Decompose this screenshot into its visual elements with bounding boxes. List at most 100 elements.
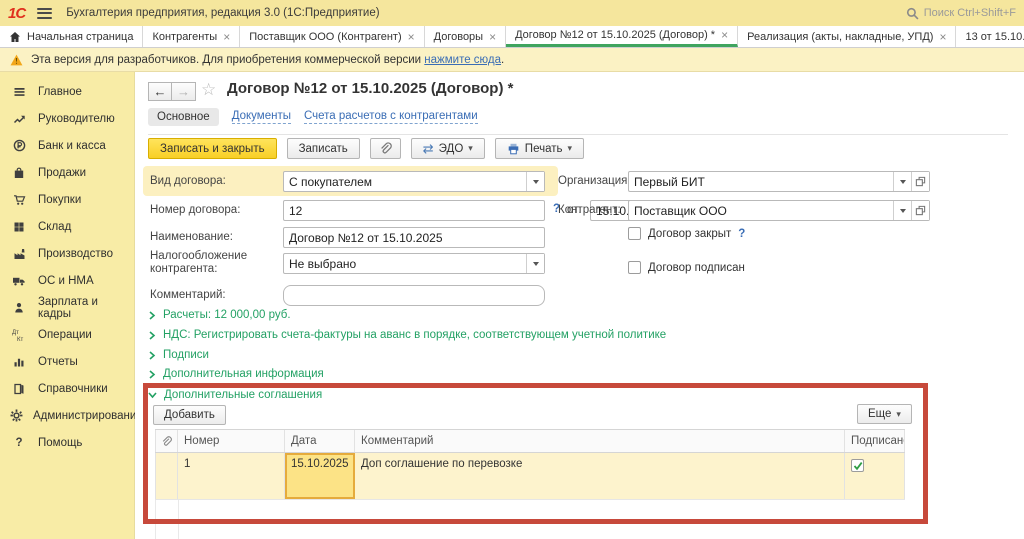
row-attachment-cell[interactable] bbox=[155, 453, 178, 499]
tab-contract-12-active[interactable]: Договор №12 от 15.10.2025 (Договор) * × bbox=[506, 26, 738, 47]
bar-chart-icon bbox=[10, 356, 28, 368]
chevron-down-icon: ▾ bbox=[468, 143, 473, 154]
table-empty-area bbox=[155, 500, 905, 539]
taxation-input[interactable] bbox=[284, 254, 526, 273]
column-header-number[interactable]: Номер bbox=[178, 430, 285, 452]
contract-closed-checkbox[interactable] bbox=[628, 227, 641, 240]
row-signed-cell[interactable] bbox=[845, 453, 905, 499]
row-number-cell[interactable]: 1 bbox=[178, 453, 285, 499]
tab-documents[interactable]: Документы bbox=[232, 110, 291, 124]
column-header-date[interactable]: Дата bbox=[285, 430, 355, 452]
sidebar-item-directories[interactable]: Справочники bbox=[0, 375, 134, 402]
1c-logo: 1С bbox=[8, 5, 25, 22]
edo-button[interactable]: ⇄ ЭДО ▾ bbox=[411, 138, 485, 159]
open-link-icon[interactable] bbox=[911, 201, 929, 220]
counterparty-combobox[interactable] bbox=[628, 200, 930, 221]
row-comment-cell[interactable]: Доп соглашение по перевозке bbox=[355, 453, 845, 499]
attachments-button[interactable] bbox=[370, 138, 401, 159]
signed-checkbox-checked[interactable] bbox=[851, 459, 864, 472]
purchase-link[interactable]: нажмите сюда bbox=[424, 54, 501, 66]
chevron-right-icon bbox=[148, 311, 156, 320]
bag-icon bbox=[10, 167, 28, 179]
dropdown-arrow[interactable] bbox=[526, 254, 544, 273]
sidebar-item-help[interactable]: ? Помощь bbox=[0, 429, 134, 456]
sidebar-item-warehouse[interactable]: Склад bbox=[0, 213, 134, 240]
main-menu-icon[interactable] bbox=[37, 8, 52, 19]
organization-input[interactable] bbox=[629, 172, 893, 191]
section-vat[interactable]: НДС: Регистрировать счета-фактуры на ава… bbox=[148, 329, 666, 341]
chevron-down-icon bbox=[148, 391, 157, 399]
search-icon bbox=[906, 7, 919, 20]
home-icon bbox=[9, 31, 21, 43]
sidebar-item-bank-cash[interactable]: Банк и касса bbox=[0, 132, 134, 159]
sidebar-item-payroll-hr[interactable]: Зарплата и кадры bbox=[0, 294, 134, 321]
open-link-icon[interactable] bbox=[911, 172, 929, 191]
organization-combobox[interactable] bbox=[628, 171, 930, 192]
close-icon[interactable]: × bbox=[489, 31, 496, 43]
column-header-signed[interactable]: Подписано bbox=[845, 430, 905, 452]
contract-closed-row: Договор закрыт ? bbox=[628, 227, 745, 240]
sidebar-item-main[interactable]: Главное bbox=[0, 78, 134, 105]
tab-counterparties[interactable]: Контрагенты × bbox=[143, 26, 240, 47]
row-date-cell-selected[interactable]: 15.10.2025 bbox=[285, 453, 355, 499]
closed-help-icon[interactable]: ? bbox=[738, 228, 745, 240]
developer-version-warning: Эта версия для разработчиков. Для приобр… bbox=[0, 48, 1024, 72]
sidebar-item-reports[interactable]: Отчеты bbox=[0, 348, 134, 375]
dropdown-arrow[interactable] bbox=[893, 172, 911, 191]
sidebar-item-administration[interactable]: Администрирование bbox=[0, 402, 134, 429]
dropdown-arrow[interactable] bbox=[893, 201, 911, 220]
contract-number-input[interactable] bbox=[284, 201, 544, 220]
sidebar-item-manager[interactable]: Руководителю bbox=[0, 105, 134, 132]
tab-main[interactable]: Основное bbox=[148, 108, 219, 126]
save-button[interactable]: Записать bbox=[287, 138, 360, 159]
contract-type-combobox[interactable] bbox=[283, 171, 545, 192]
forward-button[interactable]: → bbox=[172, 82, 196, 101]
sidebar-item-sales[interactable]: Продажи bbox=[0, 159, 134, 186]
contract-type-input[interactable] bbox=[284, 172, 526, 191]
print-button[interactable]: Печать ▾ bbox=[495, 138, 584, 159]
column-header-comment[interactable]: Комментарий bbox=[355, 430, 845, 452]
tab-settlement-accounts[interactable]: Счета расчетов с контрагентами bbox=[304, 110, 478, 124]
name-input[interactable] bbox=[284, 228, 544, 247]
section-additional-info[interactable]: Дополнительная информация bbox=[148, 368, 324, 380]
tab-contracts[interactable]: Договоры × bbox=[425, 26, 506, 47]
contract-signed-checkbox[interactable] bbox=[628, 261, 641, 274]
tab-sales-documents[interactable]: Реализация (акты, накладные, УПД) × bbox=[738, 26, 956, 47]
name-field[interactable] bbox=[283, 227, 545, 248]
close-icon[interactable]: × bbox=[408, 31, 415, 43]
add-agreement-button[interactable]: Добавить bbox=[153, 405, 226, 425]
back-button[interactable]: ← bbox=[148, 82, 172, 101]
global-search[interactable]: Поиск Ctrl+Shift+F bbox=[906, 7, 1016, 20]
close-icon[interactable]: × bbox=[721, 29, 728, 41]
more-button[interactable]: Еще ▾ bbox=[857, 404, 912, 424]
taxation-combobox[interactable] bbox=[283, 253, 545, 274]
window-titlebar: 1С Бухгалтерия предприятия, редакция 3.0… bbox=[0, 0, 1024, 26]
agreement-row[interactable]: 1 15.10.2025 Доп соглашение по перевозке bbox=[155, 453, 905, 500]
counterparty-input[interactable] bbox=[629, 201, 893, 220]
sidebar-item-operations[interactable]: ДтКт Операции bbox=[0, 321, 134, 348]
taxation-label: Налогообложение контрагента: bbox=[150, 250, 278, 276]
attachment-column-header[interactable] bbox=[155, 430, 178, 452]
sidebar-item-purchases[interactable]: Покупки bbox=[0, 186, 134, 213]
svg-text:Дт: Дт bbox=[12, 330, 19, 336]
save-and-close-button[interactable]: Записать и закрыть bbox=[148, 138, 277, 159]
comment-input[interactable] bbox=[284, 286, 544, 305]
paperclip-icon bbox=[161, 436, 172, 447]
contract-number-field[interactable] bbox=[283, 200, 545, 221]
chevron-right-icon bbox=[148, 351, 156, 360]
section-settlements[interactable]: Расчеты: 12 000,00 руб. bbox=[148, 309, 291, 321]
edo-exchange-icon: ⇄ bbox=[423, 142, 434, 155]
comment-field[interactable] bbox=[283, 285, 545, 306]
section-additional-agreements[interactable]: Дополнительные соглашения bbox=[148, 389, 322, 401]
tab-supplier[interactable]: Поставщик ООО (Контрагент) × bbox=[240, 26, 424, 47]
close-icon[interactable]: × bbox=[939, 31, 946, 43]
tab-home[interactable]: Начальная страница bbox=[0, 26, 143, 47]
section-signatures[interactable]: Подписи bbox=[148, 349, 209, 361]
close-icon[interactable]: × bbox=[223, 31, 230, 43]
dropdown-arrow[interactable] bbox=[526, 172, 544, 191]
favorite-star-icon[interactable]: ☆ bbox=[201, 80, 216, 100]
sidebar-item-production[interactable]: Производство bbox=[0, 240, 134, 267]
tab-contract-13[interactable]: 13 от 15.10.2025 (Договор) × bbox=[956, 26, 1024, 47]
person-icon bbox=[10, 302, 28, 314]
sidebar-item-fixed-assets[interactable]: ОС и НМА bbox=[0, 267, 134, 294]
